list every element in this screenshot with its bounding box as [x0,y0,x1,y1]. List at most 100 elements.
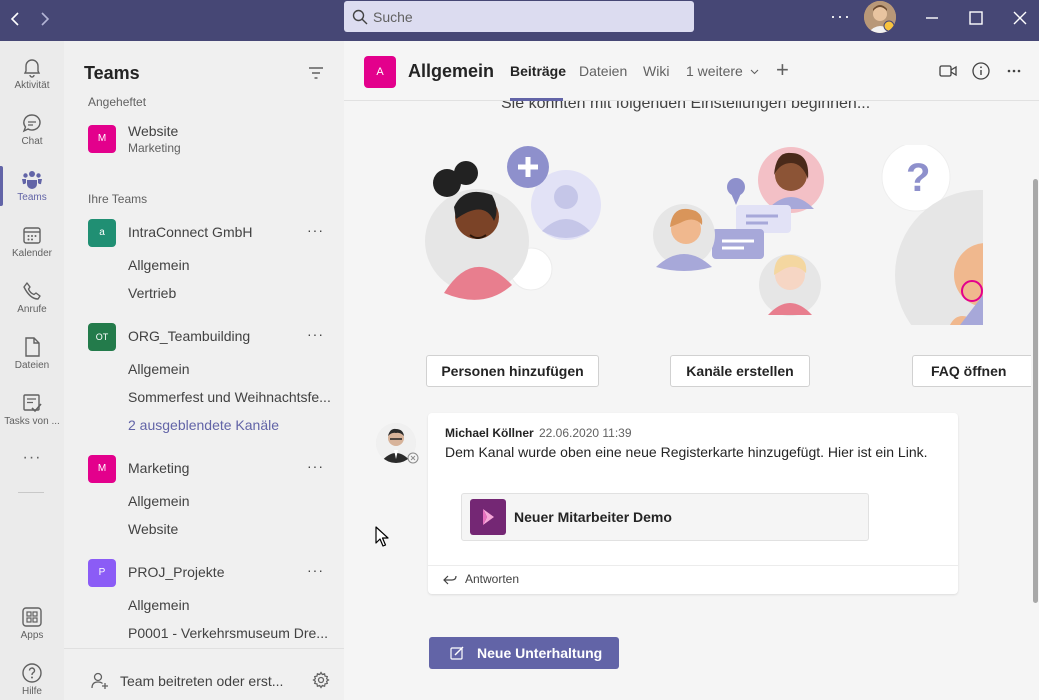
chat-icon [22,114,41,133]
create-channels-button[interactable]: Kanäle erstellen [670,355,810,387]
new-conversation-label: Neue Unterhaltung [477,645,603,661]
new-conversation-button[interactable]: Neue Unterhaltung [429,637,619,669]
open-faq-button[interactable]: FAQ öffnen [912,355,1031,387]
rail-item-chat[interactable]: Chat [0,102,64,158]
add-people-button[interactable]: Personen hinzufügen [426,355,599,387]
reply-icon [443,575,457,585]
post-timestamp: 22.06.2020 11:39 [539,426,632,440]
back-arrow-icon[interactable] [6,9,26,29]
chevron-down-icon [750,69,759,75]
add-tab-button[interactable]: + [776,57,789,83]
rail-item-help[interactable]: Hilfe [0,652,64,700]
presence-offline-icon [407,452,419,464]
minimize-button[interactable] [922,8,942,28]
hidden-channels-link[interactable]: 2 ausgeblendete Kanäle [128,417,333,433]
pinned-channel-name: Website [128,123,179,139]
team-more-button[interactable]: ··· [307,326,324,342]
team-avatar: a [88,219,116,247]
team-more-button[interactable]: ··· [307,458,324,474]
channel-item[interactable]: P0001 - Verkehrsmuseum Dre... [128,625,333,641]
channel-avatar: A [364,56,396,88]
file-icon [25,337,40,357]
team-marketing[interactable]: M Marketing ··· [64,453,344,493]
tasks-icon [23,394,42,413]
bell-icon [23,59,41,78]
channel-item[interactable]: Allgemein [128,597,333,613]
channel-item[interactable]: Website [128,521,333,537]
tab-wiki[interactable]: Wiki [643,63,669,79]
video-call-icon[interactable] [938,61,958,84]
team-list-scroll[interactable]: Angeheftet M Website Marketing Ihre Team… [64,97,344,648]
post-author[interactable]: Michael Köllner [445,426,534,440]
maximize-button[interactable] [966,8,986,28]
your-teams-section-label: Ihre Teams [88,192,148,206]
team-list-footer: Team beitreten oder erst... [64,648,344,700]
rail-divider [18,492,44,493]
posts-scrollbar[interactable] [1031,101,1039,700]
tab-posts[interactable]: Beiträge [510,63,566,79]
rail-label: Dateien [14,360,50,371]
phone-icon [23,282,41,300]
rail-item-calendar[interactable]: Kalender [0,214,64,270]
team-avatar: M [88,125,116,153]
team-avatar: P [88,559,116,587]
reply-button[interactable]: Antworten [428,565,958,594]
team-avatar: M [88,455,116,483]
rail-item-teams[interactable]: Teams [0,158,64,214]
join-team-icon [91,672,108,689]
filter-icon[interactable] [308,65,324,84]
pinned-channel-website[interactable]: M Website Marketing [64,119,344,159]
posts-feed[interactable]: Sie könnten mit folgenden Einstellungen … [344,101,1031,700]
join-or-create-team-link[interactable]: Team beitreten oder erst... [120,673,283,689]
close-button[interactable] [1010,8,1030,28]
tab-files[interactable]: Dateien [579,63,627,79]
channel-item[interactable]: Vertrieb [128,285,333,301]
reply-label: Antworten [465,572,520,586]
message-post[interactable]: Michael Köllner 22.06.2020 11:39 Dem Kan… [428,413,958,594]
mouse-cursor-icon [375,526,389,547]
channel-item[interactable]: Allgemein [128,361,333,377]
channel-header: A Allgemein Beiträge Dateien Wiki 1 weit… [344,41,1039,101]
team-proj-projekte[interactable]: P PROJ_Projekte ··· [64,557,344,597]
channel-more-icon[interactable] [1006,61,1022,84]
channel-item[interactable]: Allgemein [128,257,333,273]
rail-label: Tasks von ... [4,416,60,427]
forward-arrow-icon[interactable] [34,9,54,29]
team-name: ORG_Teambuilding [128,328,251,344]
tab-link-card[interactable]: Neuer Mitarbeiter Demo [461,493,869,541]
info-icon[interactable] [971,61,991,84]
channel-item[interactable]: Allgemein [128,493,333,509]
team-org-teambuilding[interactable]: OT ORG_Teambuilding ··· [64,321,344,361]
rail-label: Chat [21,136,43,147]
rail-item-files[interactable]: Dateien [0,326,64,382]
search-input[interactable]: Suche [344,1,694,32]
more-options-button[interactable]: ··· [830,6,851,27]
rail-item-apps[interactable]: Apps [0,596,64,652]
rail-label: Aktivität [14,80,50,91]
team-name: PROJ_Projekte [128,564,225,580]
teams-icon [22,171,42,189]
user-avatar[interactable] [864,1,896,33]
tab-more-label: 1 weitere [686,63,743,79]
pinned-channel-team: Marketing [128,141,181,155]
rail-item-tasks[interactable]: Tasks von ... [0,382,64,438]
team-more-button[interactable]: ··· [307,222,324,238]
more-apps-button[interactable]: ··· [0,449,64,467]
rail-item-activity[interactable]: Aktivität [0,46,64,102]
team-avatar: OT [88,323,116,351]
help-icon [22,663,42,683]
channel-item[interactable]: Sommerfest und Weihnachtsfe... [128,389,333,405]
search-placeholder: Suche [373,9,413,25]
team-intraconnect[interactable]: a IntraConnect GmbH ··· [64,217,344,257]
team-more-button[interactable]: ··· [307,562,324,578]
post-body: Dem Kanal wurde oben eine neue Registerk… [445,444,928,460]
gear-icon[interactable] [312,671,330,689]
svg-text:?: ? [906,156,930,200]
add-people-illustration [425,146,601,300]
search-icon [352,9,368,25]
tab-link-title: Neuer Mitarbeiter Demo [514,509,672,525]
rail-item-calls[interactable]: Anrufe [0,270,64,326]
scrollbar-thumb[interactable] [1033,179,1038,603]
tab-more[interactable]: 1 weitere [686,63,759,79]
channel-main: A Allgemein Beiträge Dateien Wiki 1 weit… [344,41,1039,700]
